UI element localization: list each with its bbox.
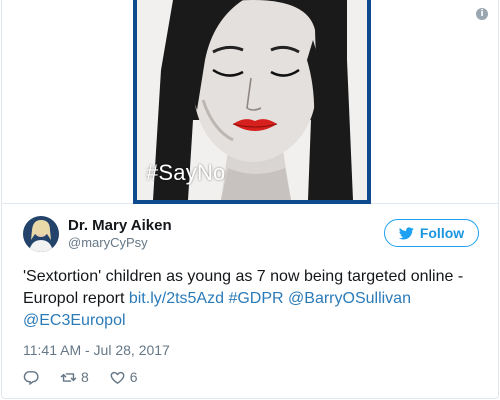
follow-label: Follow [419, 225, 465, 241]
avatar[interactable] [23, 216, 59, 252]
tweet-timestamp[interactable]: 11:41 AM - Jul 28, 2017 [23, 342, 170, 358]
tweet-image[interactable]: #SayNo [133, 0, 371, 204]
retweet-count: 8 [81, 369, 89, 385]
media-area[interactable]: #SayNo [2, 0, 498, 204]
heart-icon [110, 371, 125, 384]
like-count: 6 [129, 369, 138, 385]
tweet-link-mention-ec3europol[interactable]: @EC3Europol [23, 312, 126, 329]
info-icon[interactable]: i [476, 8, 488, 20]
tweet-actions: 8 6 [23, 367, 158, 387]
author-handle[interactable]: @maryCyPsy [68, 235, 148, 250]
retweet-button[interactable]: 8 [60, 369, 89, 386]
tweet-text: 'Sextortion' children as young as 7 now … [23, 266, 483, 332]
tweet-link-hashtag-gdpr[interactable]: #GDPR [228, 290, 283, 307]
tweet-link-short-url[interactable]: bit.ly/2ts5Azd [129, 290, 224, 307]
twitter-bird-icon [398, 226, 414, 239]
retweet-icon [60, 372, 77, 382]
tweet-card: #SayNo i Dr. Mary Aiken @maryCyPsy Follo… [1, 0, 499, 399]
like-button[interactable]: 6 [109, 369, 138, 386]
avatar-image [23, 216, 59, 252]
author-name[interactable]: Dr. Mary Aiken [68, 217, 172, 234]
reply-button[interactable] [23, 369, 40, 386]
reply-icon [23, 370, 39, 385]
follow-button[interactable]: Follow [384, 219, 479, 247]
hashtag-overlay: #SayNo [146, 160, 226, 185]
tweet-link-mention-barryosullivan[interactable]: @BarryOSullivan [288, 290, 411, 307]
